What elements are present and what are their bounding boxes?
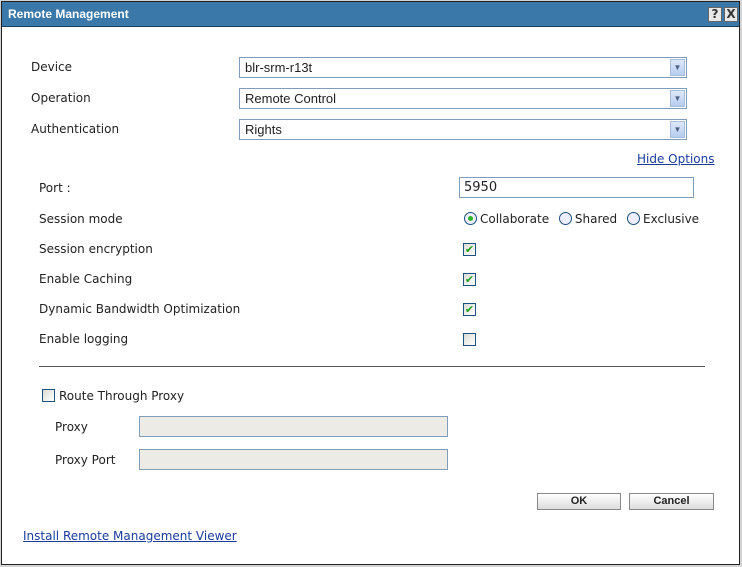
chevron-down-icon: ▼ xyxy=(670,121,685,138)
cancel-button[interactable]: Cancel xyxy=(629,493,714,510)
radio-label: Collaborate xyxy=(480,212,550,226)
session-encryption-label: Session encryption xyxy=(39,242,153,256)
dynamic-bandwidth-label: Dynamic Bandwidth Optimization xyxy=(39,302,241,316)
enable-logging-checkbox[interactable] xyxy=(463,333,476,346)
enable-caching-label: Enable Caching xyxy=(39,272,133,286)
ok-button[interactable]: OK xyxy=(537,493,621,510)
radio-icon xyxy=(626,212,640,225)
port-label: Port : xyxy=(39,181,71,195)
session-mode-label: Session mode xyxy=(39,212,123,226)
install-viewer-link[interactable]: Install Remote Management Viewer xyxy=(23,529,237,543)
close-button[interactable]: X xyxy=(724,7,738,22)
dynamic-bandwidth-checkbox[interactable]: ✔ xyxy=(463,303,476,316)
proxy-label: Proxy xyxy=(55,420,88,434)
dialog-title: Remote Management xyxy=(2,2,739,27)
proxy-port-label: Proxy Port xyxy=(55,453,116,467)
enable-logging-label: Enable logging xyxy=(39,332,129,346)
hide-options-link[interactable]: Hide Options xyxy=(637,152,714,166)
divider xyxy=(39,366,705,367)
port-input[interactable]: 5950 xyxy=(459,177,694,198)
radio-shared[interactable]: Shared xyxy=(558,212,618,226)
enable-caching-checkbox[interactable]: ✔ xyxy=(463,273,476,286)
proxy-port-input[interactable] xyxy=(139,449,448,470)
radio-selected-icon xyxy=(464,212,477,225)
chevron-down-icon: ▼ xyxy=(670,59,685,76)
authentication-label: Authentication xyxy=(31,122,120,136)
operation-label: Operation xyxy=(31,91,91,105)
operation-select[interactable]: Remote Control ▼ xyxy=(239,88,687,109)
radio-collaborate[interactable]: Collaborate xyxy=(464,212,549,226)
route-proxy-checkbox[interactable] xyxy=(42,389,55,402)
authentication-value: Rights xyxy=(245,122,282,137)
radio-label: Exclusive xyxy=(642,212,700,226)
radio-exclusive[interactable]: Exclusive xyxy=(626,212,700,226)
radio-label: Shared xyxy=(574,212,618,226)
remote-management-dialog: Remote Management ? X Device blr-srm-r13… xyxy=(1,1,740,565)
device-label: Device xyxy=(31,60,73,74)
device-select[interactable]: blr-srm-r13t ▼ xyxy=(239,57,687,78)
device-value: blr-srm-r13t xyxy=(245,60,313,75)
help-button[interactable]: ? xyxy=(708,7,722,22)
route-proxy-label: Route Through Proxy xyxy=(59,389,185,403)
authentication-select[interactable]: Rights ▼ xyxy=(239,119,687,140)
chevron-down-icon: ▼ xyxy=(670,90,685,107)
radio-icon xyxy=(558,212,572,225)
proxy-input[interactable] xyxy=(139,416,448,437)
session-mode-radio-group: Collaborate Shared Exclusive xyxy=(464,212,699,226)
operation-value: Remote Control xyxy=(245,91,337,106)
session-encryption-checkbox[interactable]: ✔ xyxy=(463,243,476,256)
